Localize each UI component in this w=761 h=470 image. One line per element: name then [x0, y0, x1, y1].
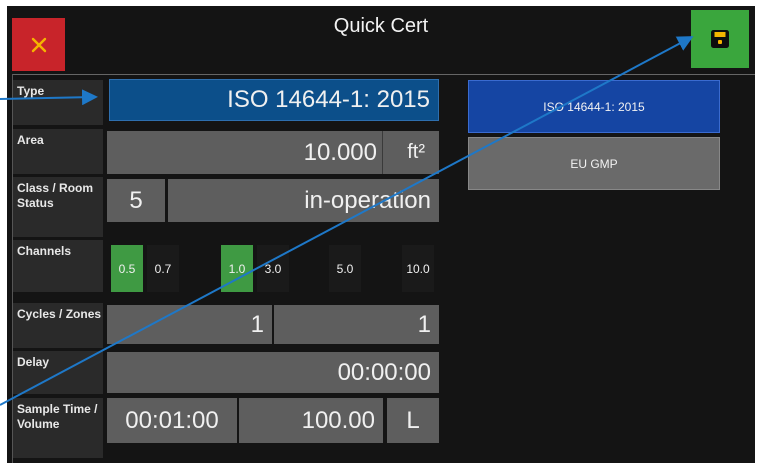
sample-volume-unit[interactable]: L: [387, 398, 439, 443]
save-button[interactable]: [691, 10, 749, 68]
area-label: Area: [13, 129, 103, 174]
class-room-status-label: Class / Room Status: [13, 177, 103, 237]
save-icon: [711, 30, 729, 48]
type-field[interactable]: ISO 14644-1: 2015: [109, 79, 439, 121]
area-field[interactable]: 10.000 ft²: [107, 131, 439, 174]
class-field[interactable]: 5: [107, 179, 165, 222]
sample-time-volume-label: Sample Time / Volume: [13, 398, 103, 458]
channels-label: Channels: [13, 240, 103, 292]
page-title: Quick Cert: [333, 15, 429, 37]
delay-label: Delay: [13, 351, 103, 394]
sample-time-field[interactable]: 00:01:00: [107, 398, 237, 443]
area-separator: [382, 131, 383, 174]
quick-cert-screen: Quick Cert Type ISO 14644-1: 2015 Area 1…: [7, 6, 755, 463]
delay-field[interactable]: 00:00:00: [107, 352, 439, 393]
cycles-field[interactable]: 1: [107, 305, 272, 344]
channel-0-5[interactable]: 0.5: [111, 245, 143, 292]
sample-volume-field[interactable]: 100.00: [239, 398, 383, 443]
channel-1-0[interactable]: 1.0: [221, 245, 253, 292]
room-status-field[interactable]: in-operation: [168, 179, 439, 222]
standard-eu-gmp[interactable]: EU GMP: [468, 137, 720, 190]
cycles-zones-label: Cycles / Zones: [13, 303, 103, 348]
channel-3-0[interactable]: 3.0: [257, 245, 289, 292]
channel-5-0[interactable]: 5.0: [329, 245, 361, 292]
channel-0-7[interactable]: 0.7: [147, 245, 179, 292]
close-icon: [31, 37, 46, 52]
area-value: 10.000: [303, 138, 377, 166]
zones-field[interactable]: 1: [274, 305, 439, 344]
standard-iso-14644-1[interactable]: ISO 14644-1: 2015: [468, 80, 720, 133]
type-label: Type: [13, 80, 103, 125]
channel-10-0[interactable]: 10.0: [402, 245, 434, 292]
area-unit: ft²: [407, 141, 425, 163]
